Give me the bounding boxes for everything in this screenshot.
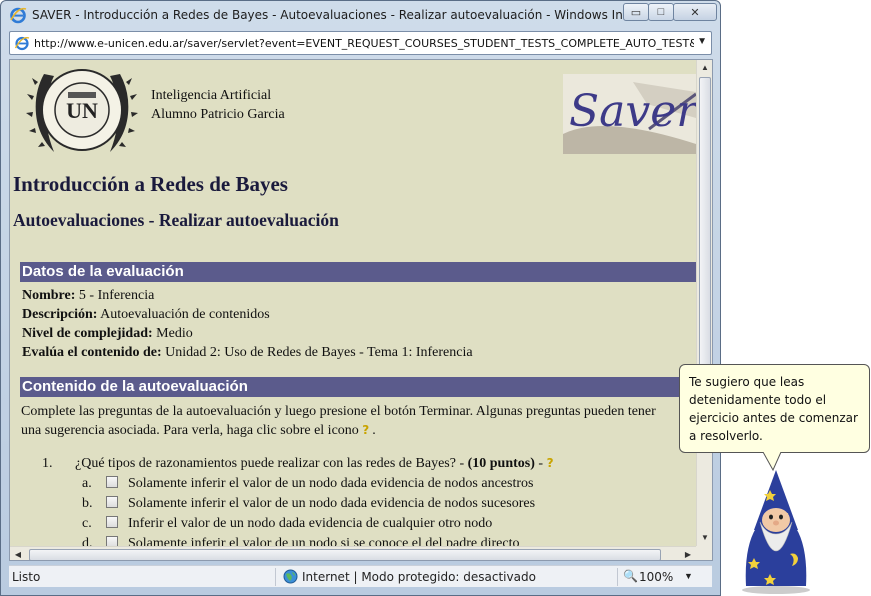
option-text: Solamente inferir el valor de un nodo da… [128,496,536,511]
security-zone[interactable]: Internet | Modo protegido: desactivado [302,570,536,584]
page-title: Introducción a Redes de Bayes [13,172,288,196]
instructions-text: Complete las preguntas de la autoevaluac… [21,402,696,440]
field-value: Autoevaluación de contenidos [97,307,270,322]
student-name: Alumno Patricio Garcia [151,107,285,122]
option-letter: c. [82,516,92,531]
vertical-scroll-thumb[interactable] [699,77,711,407]
course-info: Inteligencia Artificial Alumno Patricio … [151,86,285,124]
window-title: SAVER - Introducción a Redes de Bayes - … [32,8,622,22]
saver-logo-text: Saver [569,86,696,137]
field-descripcion: Descripción: Autoevaluación de contenido… [22,307,270,323]
field-label: Evalúa el contenido de: [22,345,162,360]
question-hint-icon[interactable]: ? [547,456,557,470]
instructions-end: . [372,423,376,438]
maximize-icon: □ [657,6,665,18]
page-icon [14,36,30,51]
option-text: Solamente inferir el valor de un nodo da… [128,476,534,491]
browser-window: SAVER - Introducción a Redes de Bayes - … [0,0,721,596]
question-points: (10 puntos) [467,456,535,471]
minimize-icon: ▭ [630,6,642,19]
vertical-scrollbar[interactable]: ▲ ▼ [696,60,712,546]
answer-option: b. Solamente inferir el valor de un nodo … [82,496,535,512]
scroll-down-icon[interactable]: ▼ [697,530,712,546]
chevron-down-icon[interactable]: ▼ [684,571,693,581]
option-checkbox[interactable] [106,476,118,488]
answer-option: c. Inferir el valor de un nodo dada evide… [82,516,492,532]
scroll-left-icon[interactable]: ◀ [10,547,26,560]
field-label: Nombre: [22,288,76,303]
wizard-assistant-character[interactable] [730,468,822,594]
field-label: Nivel de complejidad: [22,326,153,341]
status-divider [275,568,276,586]
field-label: Descripción: [22,307,98,322]
field-value: Unidad 2: Uso de Redes de Bayes - Tema 1… [161,345,473,360]
answer-option: a. Solamente inferir el valor de un nodo … [82,476,533,492]
maximize-button[interactable]: □ [648,3,674,21]
horizontal-scrollbar[interactable]: ◀ ▶ [10,546,696,560]
option-checkbox[interactable] [106,536,118,546]
field-value: 5 - Inferencia [75,288,155,303]
page-subtitle: Autoevaluaciones - Realizar autoevaluaci… [13,210,339,230]
minimize-button[interactable]: ▭ [623,3,649,21]
page-viewport: UN Inteligencia Artificial Alumno Patric… [9,59,713,561]
question-1: 1. ¿Qué tipos de razonamientos puede real… [42,456,557,472]
magnifier-icon: 🔍 [623,569,638,583]
globe-icon[interactable] [283,569,298,584]
instructions-line-2: una sugerencia asociada. Para verla, hag… [21,421,696,440]
address-url[interactable]: http://www.e-unicen.edu.ar/saver/servlet… [34,37,694,50]
option-text: Inferir el valor de un nodo dada evidenc… [128,516,493,531]
scroll-right-icon[interactable]: ▶ [680,547,696,560]
section-header-contenido: Contenido de la autoevaluación [20,377,696,397]
field-nivel: Nivel de complejidad: Medio [22,326,193,342]
section-header-datos: Datos de la evaluación [20,262,696,282]
option-checkbox[interactable] [106,496,118,508]
address-bar[interactable]: http://www.e-unicen.edu.ar/saver/servlet… [9,31,712,55]
status-text: Listo [12,570,41,584]
saver-logo: Saver [563,74,696,154]
question-suffix: - [534,456,547,471]
scroll-up-icon[interactable]: ▲ [697,60,712,76]
close-button[interactable]: ✕ [673,3,717,21]
option-letter: d. [82,536,93,546]
instructions-line-1: Complete las preguntas de la autoevaluac… [21,404,656,419]
option-letter: b. [82,496,93,511]
field-evalua: Evalúa el contenido de: Unidad 2: Uso de… [22,345,473,361]
close-icon: ✕ [690,6,700,19]
assistant-speech-bubble: Te sugiero que leas detenidamente todo e… [679,364,870,453]
horizontal-scroll-thumb[interactable] [29,549,661,560]
instructions-text-part: una sugerencia asociada. Para verla, hag… [21,423,363,438]
field-nombre: Nombre: 5 - Inferencia [22,288,154,304]
title-bar[interactable]: SAVER - Introducción a Redes de Bayes - … [1,1,720,29]
status-bar: Listo Internet | Modo protegido: desacti… [9,565,712,587]
scroll-corner [696,546,712,560]
ie-icon [10,7,27,24]
university-seal-logo: UN [26,69,138,152]
option-text: Solamente inferir el valor de un nodo si… [128,536,520,546]
course-name: Inteligencia Artificial [151,88,272,103]
question-text: ¿Qué tipos de razonamientos puede realiz… [75,456,468,471]
svg-text:UN: UN [66,98,98,123]
zoom-level[interactable]: 100% [639,570,673,584]
question-hint-icon: ? [362,423,370,437]
page-content: UN Inteligencia Artificial Alumno Patric… [10,60,696,546]
field-value: Medio [152,326,193,341]
answer-option: d. Solamente inferir el valor de un nodo … [82,536,519,546]
option-checkbox[interactable] [106,516,118,528]
option-letter: a. [82,476,92,491]
question-number: 1. [42,456,53,471]
chevron-down-icon[interactable]: ▼ [697,36,707,47]
status-divider [617,568,618,586]
